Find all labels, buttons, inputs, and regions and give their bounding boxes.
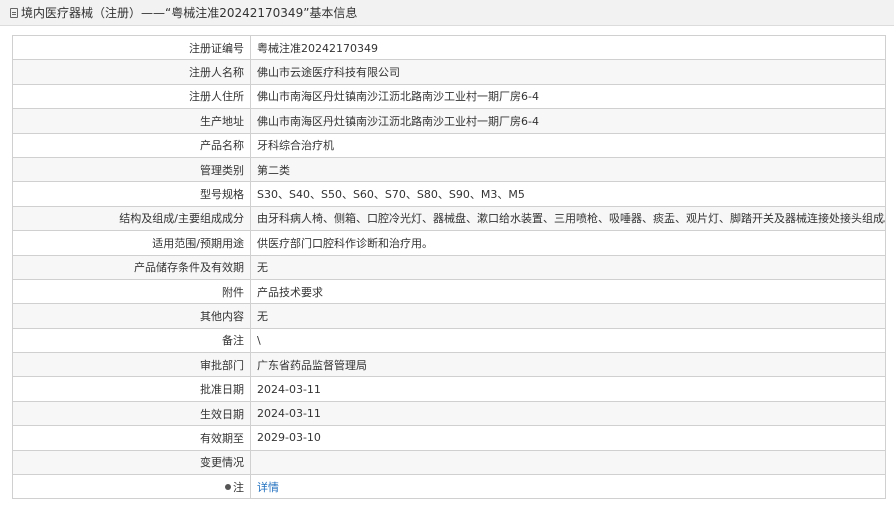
- page-title: 境内医疗器械（注册）——“粤械注准20242170349”基本信息: [21, 6, 358, 20]
- row-label: 审批部门: [12, 352, 251, 378]
- document-icon: [10, 7, 18, 18]
- row-label: 生产地址: [12, 108, 251, 134]
- note-value-cell: 详情: [250, 474, 886, 500]
- detail-link[interactable]: 详情: [257, 481, 279, 494]
- row-label: 备注: [12, 327, 251, 354]
- row-value: 佛山市南海区丹灶镇南沙江沥北路南沙工业村一期厂房6-4: [250, 108, 886, 134]
- row-label: 其他内容: [12, 303, 251, 329]
- row-label: 管理类别: [12, 156, 251, 183]
- row-label: 有效期至: [12, 425, 251, 451]
- row-value: 粤械注准20242170349: [250, 34, 886, 61]
- row-value: S30、S40、S50、S60、S70、S80、S90、M3、M5: [250, 181, 886, 207]
- row-label: 产品名称: [12, 132, 251, 158]
- table-row: 注册人住所 佛山市南海区丹灶镇南沙江沥北路南沙工业村一期厂房6-4: [12, 83, 886, 110]
- row-value: 牙科综合治疗机: [250, 132, 886, 158]
- row-label: 生效日期: [12, 400, 251, 427]
- row-value: \: [250, 327, 886, 354]
- row-value: 2024-03-11: [250, 400, 886, 427]
- row-value: 广东省药品监督管理局: [250, 352, 886, 378]
- row-value: 佛山市云途医疗科技有限公司: [250, 59, 886, 85]
- row-label: 产品储存条件及有效期: [12, 254, 251, 280]
- table-row: 型号规格 S30、S40、S50、S60、S70、S80、S90、M3、M5: [12, 181, 886, 207]
- table-row: 产品名称 牙科综合治疗机: [12, 132, 886, 158]
- info-table: 注册证编号 粤械注准20242170349 注册人名称 佛山市云途医疗科技有限公司 …: [12, 34, 886, 500]
- row-label: 注册人住所: [12, 83, 251, 110]
- table-row: 注册证编号 粤械注准20242170349: [12, 34, 886, 61]
- table-row: 其他内容无: [12, 303, 886, 329]
- table-row: 批准日期 2024-03-11: [12, 376, 886, 402]
- note-label: 注: [233, 480, 244, 494]
- row-value: 佛山市南海区丹灶镇南沙江沥北路南沙工业村一期厂房6-4: [250, 83, 886, 110]
- table-row: 适用范围/预期用途 供医疗部门口腔科作诊断和治疗用。: [12, 230, 886, 256]
- row-value: 2029-03-10: [250, 425, 886, 451]
- row-value: 供医疗部门口腔科作诊断和治疗用。: [250, 230, 886, 256]
- page-header: 境内医疗器械（注册）——“粤械注准20242170349”基本信息: [0, 0, 894, 26]
- table-row: 备注 \: [12, 327, 886, 354]
- table-row: 审批部门 广东省药品监督管理局: [12, 352, 886, 378]
- table-row: 产品储存条件及有效期无: [12, 254, 886, 280]
- row-label: 附件: [12, 278, 251, 305]
- row-value: 第二类: [250, 156, 886, 183]
- row-value: [250, 449, 886, 476]
- row-label: 结构及组成/主要组成成分: [12, 205, 251, 232]
- table-row: 管理类别 第二类: [12, 156, 886, 183]
- row-value: 无: [250, 303, 886, 329]
- note-row: 注 详情: [12, 474, 886, 500]
- note-icon: [225, 483, 231, 490]
- table-row: 有效期至 2029-03-10: [12, 425, 886, 451]
- table-row: 附件 产品技术要求: [12, 278, 886, 305]
- row-label: 注册证编号: [12, 34, 251, 61]
- table-row: 变更情况: [12, 449, 886, 476]
- row-label: 型号规格: [12, 181, 251, 207]
- table-row: 注册人名称 佛山市云途医疗科技有限公司: [12, 59, 886, 85]
- table-row: 生产地址 佛山市南海区丹灶镇南沙江沥北路南沙工业村一期厂房6-4: [12, 108, 886, 134]
- table-row: 结构及组成/主要组成成分 由牙科病人椅、侧箱、口腔冷光灯、器械盘、漱口给水装置、三…: [12, 205, 886, 232]
- row-label: 注册人名称: [12, 59, 251, 85]
- row-value: 无: [250, 254, 886, 280]
- row-value: 由牙科病人椅、侧箱、口腔冷光灯、器械盘、漱口给水装置、三用喷枪、吸唾器、痰盂、观…: [250, 205, 886, 232]
- row-value: 产品技术要求: [250, 278, 886, 305]
- row-label: 变更情况: [12, 449, 251, 476]
- row-label: 适用范围/预期用途: [12, 230, 251, 256]
- table-row: 生效日期 2024-03-11: [12, 400, 886, 427]
- row-label: 批准日期: [12, 376, 251, 402]
- note-label-cell: 注: [12, 474, 251, 500]
- row-value: 2024-03-11: [250, 376, 886, 402]
